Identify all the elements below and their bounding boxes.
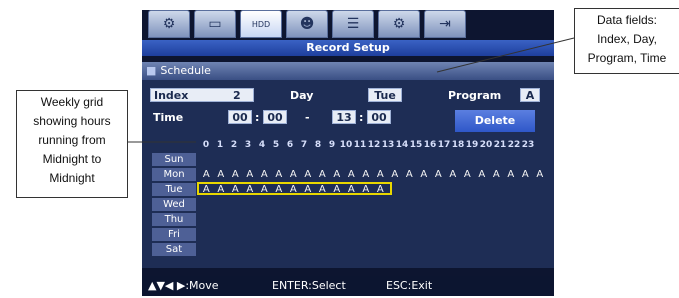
left-callout-line-4: Midnight to — [42, 152, 102, 166]
left-callout-line-5: Midnight — [49, 171, 95, 185]
right-callout-line-3: Program, Time — [587, 51, 667, 65]
right-callout-line — [436, 37, 575, 73]
right-callout-line-2: Index, Day, — [597, 32, 657, 46]
left-callout: Weekly grid showing hours running from M… — [16, 90, 128, 198]
right-callout: Data fields: Index, Day, Program, Time — [574, 8, 679, 74]
left-callout-line-1: Weekly grid — [40, 95, 104, 109]
left-callout-line-2: showing hours — [33, 114, 111, 128]
right-callout-line-1: Data fields: — [596, 13, 658, 27]
left-callout-line-3: running from — [38, 133, 106, 147]
